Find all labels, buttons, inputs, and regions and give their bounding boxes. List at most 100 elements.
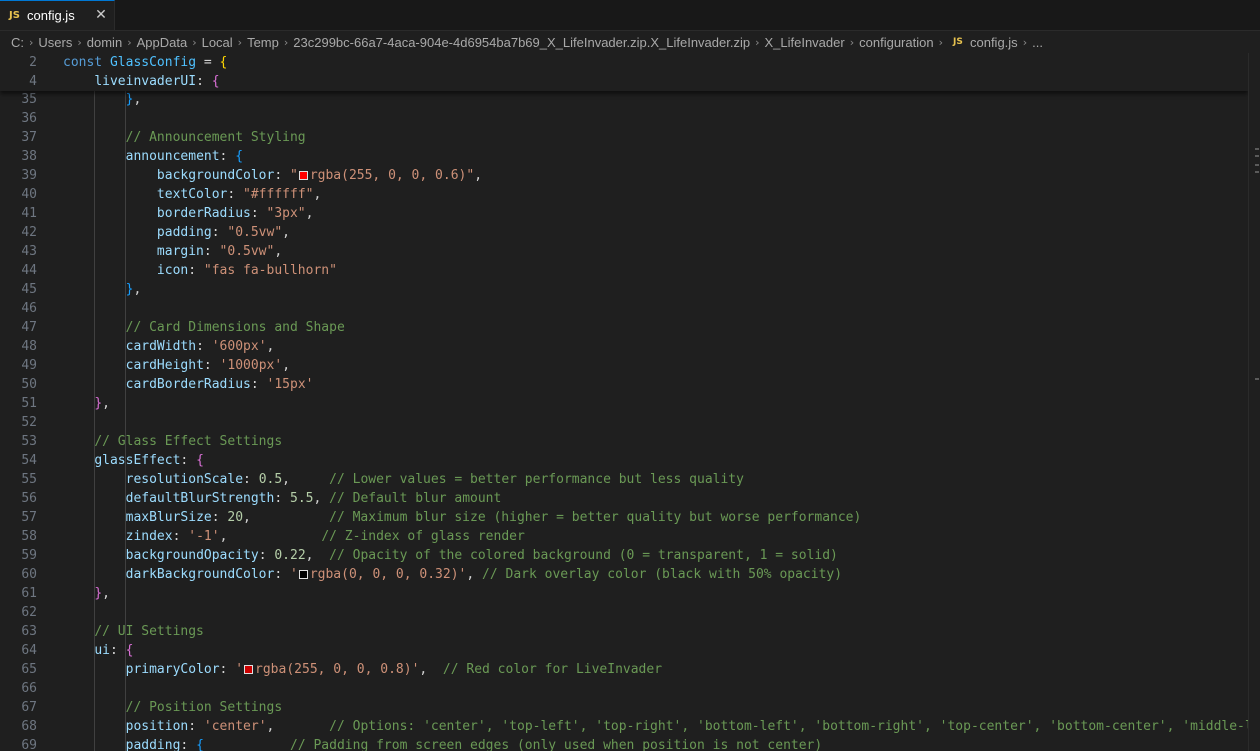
close-icon[interactable]: ✕ bbox=[93, 7, 109, 23]
code-line[interactable]: 40 textColor: "#ffffff", bbox=[0, 185, 1248, 204]
code-line[interactable]: 38 announcement: { bbox=[0, 147, 1248, 166]
code-line[interactable]: 54 glassEffect: { bbox=[0, 451, 1248, 470]
code-line[interactable]: 47 // Card Dimensions and Shape bbox=[0, 318, 1248, 337]
code-line[interactable]: 57 maxBlurSize: 20, // Maximum blur size… bbox=[0, 508, 1248, 527]
code-token: // Maximum blur size (higher = better qu… bbox=[329, 510, 862, 525]
code-line[interactable]: 59 backgroundOpacity: 0.22, // Opacity o… bbox=[0, 546, 1248, 565]
code-line[interactable]: 49 cardHeight: '1000px', bbox=[0, 356, 1248, 375]
code-line[interactable]: 68 position: 'center', // Options: 'cent… bbox=[0, 717, 1248, 736]
code-line[interactable]: 44 icon: "fas fa-bullhorn" bbox=[0, 261, 1248, 280]
code-token: 20 bbox=[227, 510, 244, 525]
code-token: : bbox=[219, 662, 236, 677]
code-line[interactable]: 53 // Glass Effect Settings bbox=[0, 432, 1248, 451]
line-number: 66 bbox=[21, 681, 37, 696]
indent-guide bbox=[94, 91, 96, 751]
vertical-scrollbar[interactable] bbox=[1248, 53, 1260, 751]
code-token: , bbox=[282, 358, 291, 373]
code-line[interactable]: 41 borderRadius: "3px", bbox=[0, 204, 1248, 223]
code-line[interactable]: 45 }, bbox=[0, 280, 1248, 299]
line-number: 63 bbox=[21, 624, 37, 639]
code-line[interactable]: 35 }, bbox=[0, 90, 1248, 109]
tab-config-js[interactable]: JS config.js ✕ bbox=[0, 0, 115, 30]
code-token: "3px" bbox=[266, 206, 306, 221]
code-token: , bbox=[219, 529, 322, 544]
code-token: rgba(0, 0, 0, 0.32)' bbox=[309, 567, 467, 582]
code-line[interactable]: 66 bbox=[0, 679, 1248, 698]
code-token: , bbox=[102, 586, 110, 601]
color-swatch[interactable] bbox=[244, 665, 254, 674]
code-line[interactable]: 67 // Position Settings bbox=[0, 698, 1248, 717]
code-line[interactable]: 37 // Announcement Styling bbox=[0, 128, 1248, 147]
scroll-marker bbox=[1255, 164, 1259, 166]
code-token: : bbox=[274, 567, 290, 582]
breadcrumb-item[interactable]: X_LifeInvader bbox=[763, 35, 845, 50]
code-line[interactable]: 2 const GlassConfig = { bbox=[0, 53, 1248, 72]
breadcrumb-item[interactable]: Temp bbox=[246, 35, 280, 50]
chevron-right-icon: › bbox=[192, 35, 197, 49]
code-token: primaryColor bbox=[125, 662, 220, 677]
breadcrumb-more[interactable]: ... bbox=[1031, 35, 1044, 50]
breadcrumb-item[interactable]: Users bbox=[37, 35, 73, 50]
code-line[interactable]: 61 }, bbox=[0, 584, 1248, 603]
breadcrumb-file[interactable]: config.js bbox=[969, 35, 1019, 50]
line-number: 35 bbox=[21, 92, 37, 107]
code-token: glassEffect bbox=[94, 453, 181, 468]
code-line[interactable]: 62 bbox=[0, 603, 1248, 622]
code-token: : bbox=[203, 244, 220, 259]
line-number: 50 bbox=[21, 377, 37, 392]
code-line[interactable]: 58 zindex: '-1', // Z-index of glass ren… bbox=[0, 527, 1248, 546]
breadcrumb-item[interactable]: Local bbox=[201, 35, 234, 50]
code-line[interactable]: 51 }, bbox=[0, 394, 1248, 413]
sticky-scroll-header[interactable]: 2 const GlassConfig = {4 liveinvaderUI: { bbox=[0, 53, 1248, 91]
code-token: , bbox=[305, 548, 330, 563]
breadcrumb-item[interactable]: configuration bbox=[858, 35, 934, 50]
code-line[interactable]: 55 resolutionScale: 0.5, // Lower values… bbox=[0, 470, 1248, 489]
code-token: : bbox=[250, 206, 267, 221]
code-token: position bbox=[125, 719, 189, 734]
breadcrumb-item[interactable]: domin bbox=[86, 35, 123, 50]
code-token: { bbox=[219, 55, 228, 70]
code-line[interactable]: 60 darkBackgroundColor: ' rgba(0, 0, 0, 0… bbox=[0, 565, 1248, 584]
code-token: : bbox=[258, 548, 275, 563]
code-text: maxBlurSize: 20, // Maximum blur size (h… bbox=[63, 508, 862, 527]
code-line[interactable]: 36 bbox=[0, 109, 1248, 128]
code-token: darkBackgroundColor bbox=[125, 567, 275, 582]
code-line[interactable]: 43 margin: "0.5vw", bbox=[0, 242, 1248, 261]
code-token: cardWidth bbox=[125, 339, 197, 354]
code-line[interactable]: 42 padding: "0.5vw", bbox=[0, 223, 1248, 242]
code-token: "#ffffff" bbox=[243, 187, 314, 202]
code-line[interactable]: 39 backgroundColor: " rgba(255, 0, 0, 0.6… bbox=[0, 166, 1248, 185]
code-line[interactable]: 64 ui: { bbox=[0, 641, 1248, 660]
chevron-right-icon: › bbox=[283, 35, 289, 49]
javascript-file-icon: JS bbox=[952, 37, 963, 47]
code-token: // Opacity of the colored background (0 … bbox=[329, 548, 838, 563]
code-line[interactable]: 50 cardBorderRadius: '15px' bbox=[0, 375, 1248, 394]
breadcrumb-item[interactable]: AppData bbox=[136, 35, 189, 50]
code-token: 0.22 bbox=[274, 548, 306, 563]
code-text: // Glass Effect Settings bbox=[63, 432, 282, 451]
code-token: // Z-index of glass render bbox=[321, 529, 525, 544]
color-swatch[interactable] bbox=[298, 570, 308, 579]
code-line[interactable]: 56 defaultBlurStrength: 5.5, // Default … bbox=[0, 489, 1248, 508]
code-line[interactable]: 63 // UI Settings bbox=[0, 622, 1248, 641]
code-token: '-1' bbox=[188, 529, 220, 544]
code-line[interactable]: 69 padding: { // Padding from screen edg… bbox=[0, 736, 1248, 751]
code-token: : bbox=[203, 358, 220, 373]
chevron-right-icon: › bbox=[29, 35, 34, 49]
code-text: darkBackgroundColor: ' rgba(0, 0, 0, 0.32… bbox=[63, 565, 842, 584]
code-token: resolutionScale bbox=[125, 472, 244, 487]
code-line[interactable]: 48 cardWidth: '600px', bbox=[0, 337, 1248, 356]
breadcrumb-item[interactable]: C: bbox=[10, 35, 25, 50]
breadcrumb-item[interactable]: 23c299bc-66a7-4aca-904e-4d6954ba7b69_X_L… bbox=[292, 35, 751, 50]
code-token: , bbox=[313, 187, 322, 202]
color-swatch[interactable] bbox=[298, 171, 308, 180]
code-line[interactable]: 46 bbox=[0, 299, 1248, 318]
code-line[interactable]: 4 liveinvaderUI: { bbox=[0, 72, 1248, 91]
code-text: padding: { // Padding from screen edges … bbox=[63, 736, 823, 751]
code-line[interactable]: 52 bbox=[0, 413, 1248, 432]
code-editor[interactable]: 2 const GlassConfig = {4 liveinvaderUI: {… bbox=[0, 53, 1248, 751]
code-line[interactable]: 65 primaryColor: ' rgba(255, 0, 0, 0.8)',… bbox=[0, 660, 1248, 679]
